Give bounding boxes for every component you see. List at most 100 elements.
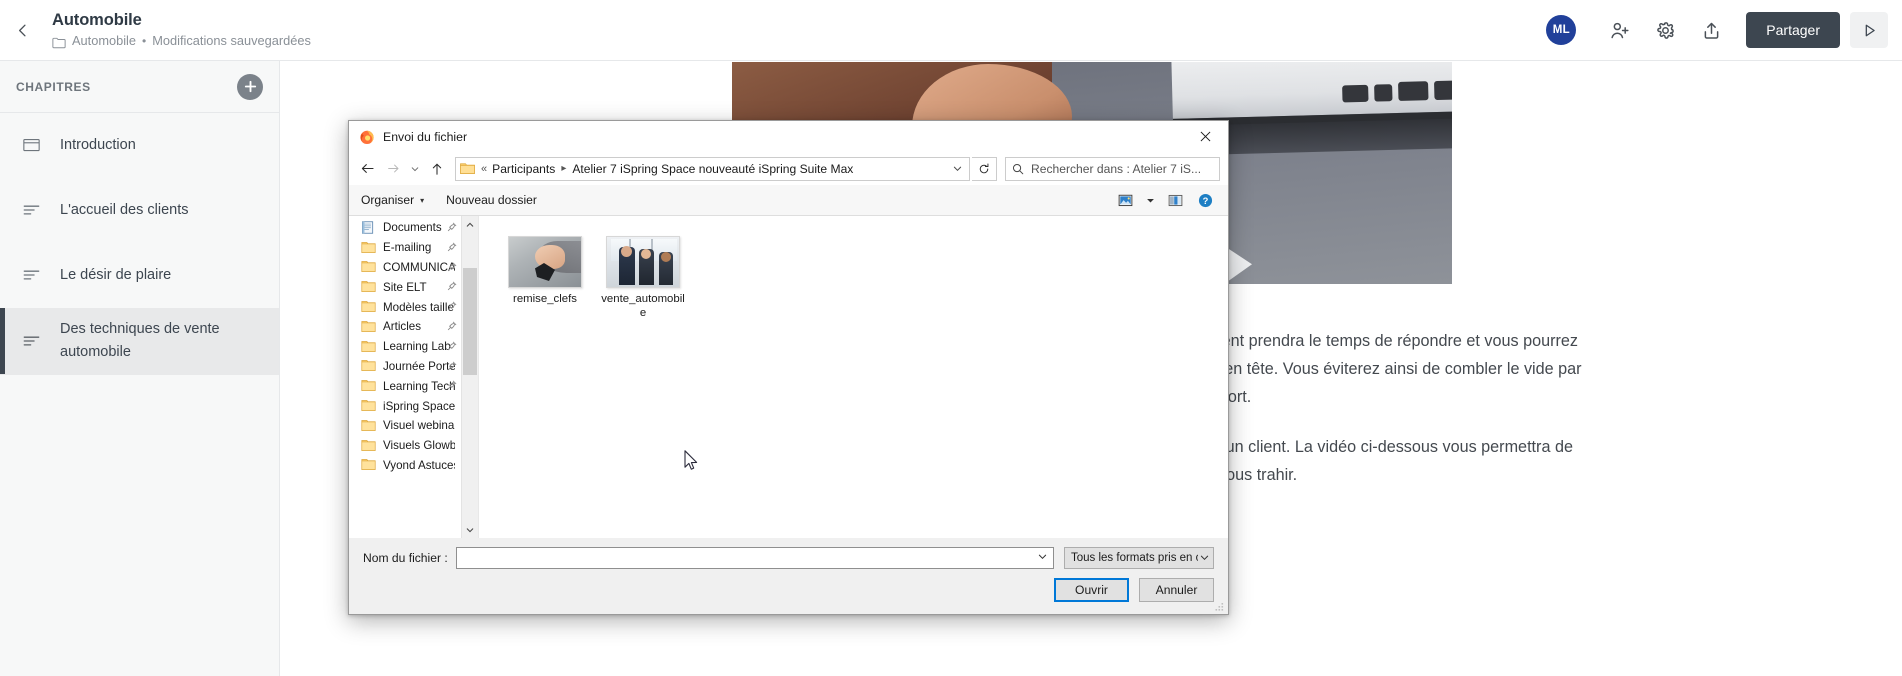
cancel-button[interactable]: Annuler <box>1139 578 1214 602</box>
tree-item[interactable]: Learning Lab <box>349 337 461 357</box>
sidebar-item-des-techniques-de-vente-automobile[interactable]: Des techniques de vente automobile <box>0 308 279 375</box>
chapters-sidebar: CHAPITRES Introduction L'accueil des cli… <box>0 61 280 676</box>
add-person-button[interactable] <box>1602 13 1636 47</box>
tree-item[interactable]: COMMUNICA <box>349 258 461 278</box>
file-upload-dialog: Envoi du fichier « Participants ▸ Atelie… <box>348 120 1229 615</box>
add-chapter-button[interactable] <box>237 73 263 100</box>
filename-dropdown-button[interactable] <box>1034 552 1051 564</box>
file-thumbnail <box>508 236 582 288</box>
folder-icon <box>361 320 377 334</box>
tree-item[interactable]: Vyond Astuces <box>349 456 461 476</box>
file-item-remise-clefs[interactable]: remise_clefs <box>497 232 593 324</box>
tree-item[interactable]: Modèles taille <box>349 297 461 317</box>
recent-locations-button[interactable] <box>407 157 423 181</box>
dialog-close-button[interactable] <box>1182 121 1228 152</box>
new-folder-button[interactable]: Nouveau dossier <box>446 193 537 207</box>
breadcrumb-folder-name[interactable]: Automobile <box>72 32 136 50</box>
search-field[interactable]: Rechercher dans : Atelier 7 iS... <box>1005 156 1220 181</box>
tree-item[interactable]: Articles <box>349 317 461 337</box>
folder-icon <box>361 300 377 314</box>
tree-item-label: E-mailing <box>383 241 432 255</box>
view-mode-dropdown[interactable] <box>1142 188 1158 212</box>
scroll-up-button[interactable] <box>462 216 478 233</box>
mouse-pointer-icon <box>684 450 698 471</box>
pin-icon <box>447 281 457 294</box>
help-circle-icon: ? <box>1198 193 1212 207</box>
tree-item[interactable]: E-mailing <box>349 238 461 258</box>
avatar[interactable]: ML <box>1546 15 1577 45</box>
laptop-key <box>1374 84 1393 102</box>
share-export-button[interactable] <box>1694 13 1728 47</box>
tree-scroll-viewport: Documents E-mailing COMMUNICA Site ELT Modèl… <box>349 216 461 538</box>
refresh-icon <box>979 162 989 173</box>
folder-icon <box>361 379 377 393</box>
scroll-down-button[interactable] <box>462 521 478 538</box>
preview-button[interactable] <box>1850 12 1888 48</box>
save-status: Modifications sauvegardées <box>152 33 311 48</box>
pin-icon <box>447 321 457 334</box>
breadcrumb-separator: • <box>142 34 147 48</box>
tree-scrollbar[interactable] <box>461 216 478 538</box>
tree-item-label: Learning Tech <box>383 379 455 393</box>
address-crumb-participants[interactable]: Participants <box>492 162 555 176</box>
sidebar-heading: CHAPITRES <box>16 79 91 94</box>
open-button[interactable]: Ouvrir <box>1054 578 1129 602</box>
preview-pane-icon <box>1168 194 1182 206</box>
back-button[interactable] <box>0 0 44 61</box>
places-tree: Documents E-mailing COMMUNICA Site ELT Modèl… <box>349 216 479 538</box>
hand-shape <box>535 245 565 269</box>
laptop <box>1171 62 1452 126</box>
nav-back-button[interactable] <box>355 157 379 181</box>
address-overflow-icon[interactable]: « <box>481 163 487 175</box>
firefox-icon <box>359 129 375 145</box>
organise-label: Organiser <box>361 193 415 207</box>
address-bar[interactable]: « Participants ▸ Atelier 7 iSpring Space… <box>455 156 970 181</box>
tree-item[interactable]: Visuel webinars i <box>349 416 461 436</box>
laptop-key <box>1342 84 1369 103</box>
dialog-navbar: « Participants ▸ Atelier 7 iSpring Space… <box>349 152 1228 185</box>
address-dropdown-button[interactable] <box>947 158 967 180</box>
dialog-buttons: Ouvrir Annuler <box>363 578 1214 614</box>
sidebar-item-le-desir-de-plaire[interactable]: Le désir de plaire <box>0 243 279 308</box>
file-label: remise_clefs <box>513 293 577 305</box>
tree-item[interactable]: iSpring Space C <box>349 396 461 416</box>
preview-pane-button[interactable] <box>1162 188 1188 212</box>
tree-item-label: Vyond Astuces <box>383 458 455 472</box>
organise-menu-button[interactable]: Organiser ▾ <box>361 193 424 207</box>
address-crumb-current[interactable]: Atelier 7 iSpring Space nouveauté iSprin… <box>572 162 853 176</box>
chevron-down-icon <box>1146 198 1154 202</box>
pin-icon <box>447 301 457 314</box>
help-button[interactable]: ? <box>1192 188 1218 212</box>
tree-item[interactable]: Documents <box>349 218 461 238</box>
nav-forward-button[interactable] <box>381 157 405 181</box>
file-item-vente-automobile[interactable]: vente_automobile <box>595 232 691 324</box>
resize-grip-icon[interactable] <box>1213 600 1225 612</box>
view-mode-button[interactable] <box>1112 188 1138 212</box>
settings-button[interactable] <box>1648 13 1682 47</box>
folder-icon <box>361 458 377 472</box>
filename-row: Nom du fichier : Tous les formats pris e… <box>363 538 1214 578</box>
file-list[interactable]: remise_clefs vente_automobile <box>479 216 1228 538</box>
sidebar-header: CHAPITRES <box>0 61 279 113</box>
sidebar-item-introduction[interactable]: Introduction <box>0 113 279 178</box>
file-type-filter[interactable]: Tous les formats pris en charge <box>1064 547 1214 569</box>
sidebar-item-label: Introduction <box>60 136 136 153</box>
scrollbar-thumb[interactable] <box>463 268 477 375</box>
tree-item-label: Learning Lab <box>383 340 451 354</box>
dialog-titlebar: Envoi du fichier <box>349 121 1228 152</box>
share-button[interactable]: Partager <box>1746 12 1840 48</box>
sidebar-item-laccueil-des-clients[interactable]: L'accueil des clients <box>0 178 279 243</box>
nav-up-button[interactable] <box>425 157 449 181</box>
tree-item[interactable]: Site ELT <box>349 277 461 297</box>
filename-label: Nom du fichier : <box>363 551 448 565</box>
tree-item[interactable]: Learning Tech <box>349 376 461 396</box>
app-header: Automobile Automobile • Modifications sa… <box>0 0 1902 61</box>
sidebar-item-label: L'accueil des clients <box>60 201 189 218</box>
person-head <box>661 252 671 262</box>
refresh-button[interactable] <box>972 156 997 181</box>
tree-item[interactable]: Journée Porte <box>349 357 461 377</box>
tree-item[interactable]: Visuels Glowbl - <box>349 436 461 456</box>
search-placeholder: Rechercher dans : Atelier 7 iS... <box>1031 161 1202 176</box>
header-actions: ML Partager <box>1546 12 1902 48</box>
filename-input[interactable] <box>455 547 1054 569</box>
